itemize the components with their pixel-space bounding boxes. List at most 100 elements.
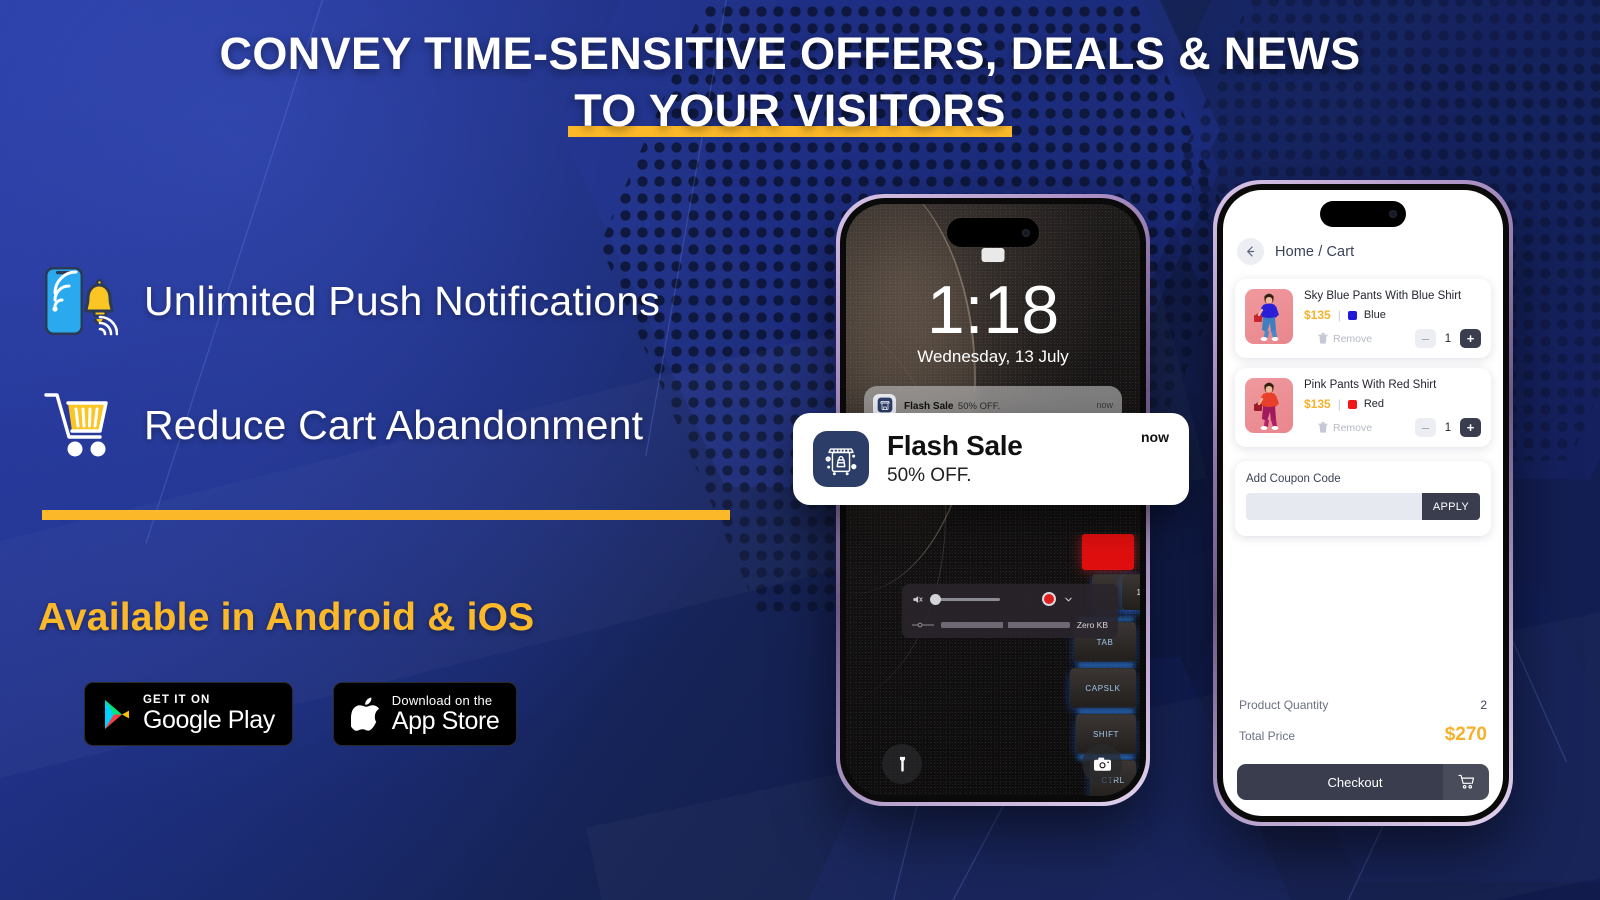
cart-item-list: Sky Blue Pants With Blue Shirt $135 | Bl… bbox=[1223, 265, 1503, 448]
cart-item[interactable]: Sky Blue Pants With Blue Shirt $135 | Bl… bbox=[1235, 279, 1491, 359]
progress-track[interactable] bbox=[941, 622, 1070, 628]
product-name: Pink Pants With Red Shirt bbox=[1304, 379, 1437, 392]
volume-slider-knob[interactable] bbox=[930, 593, 941, 605]
quantity-value: 1 bbox=[1444, 421, 1452, 434]
summary-row-quantity: Product Quantity 2 bbox=[1237, 692, 1489, 718]
flash-card-title: Flash Sale bbox=[887, 430, 1023, 462]
cart-item[interactable]: Pink Pants With Red Shirt $135 | Red Rem… bbox=[1235, 368, 1491, 448]
feature-item-cart-abandonment: Reduce Cart Abandonment bbox=[42, 382, 660, 468]
google-play-badge[interactable]: GET IT ON Google Play bbox=[84, 682, 293, 746]
breadcrumb[interactable]: Home / Cart bbox=[1275, 244, 1354, 260]
checkout-label: Checkout bbox=[1327, 774, 1383, 790]
quantity-decrease-button[interactable]: – bbox=[1415, 418, 1436, 438]
remove-label: Remove bbox=[1333, 332, 1373, 345]
coupon-section: Add Coupon Code APPLY bbox=[1235, 461, 1491, 537]
product-color: Blue bbox=[1363, 309, 1386, 322]
keyboard-key-red bbox=[1082, 534, 1134, 570]
google-play-badge-large-text: Google Play bbox=[143, 706, 275, 735]
availability-heading: Available in Android & iOS bbox=[38, 596, 535, 639]
quantity-value: 1 bbox=[1444, 332, 1452, 345]
trash-icon bbox=[1318, 422, 1328, 433]
dynamic-island bbox=[1320, 201, 1406, 227]
remove-label: Remove bbox=[1333, 421, 1373, 434]
quantity-decrease-button[interactable]: – bbox=[1415, 329, 1436, 349]
flashlight-icon[interactable] bbox=[882, 744, 922, 784]
dynamic-island bbox=[947, 218, 1039, 247]
app-store-badge-small-text: Download on the bbox=[391, 693, 493, 708]
feature-list: Unlimited Push Notifications Reduce Cart… bbox=[42, 258, 660, 468]
cart-icon[interactable] bbox=[1443, 764, 1489, 800]
front-camera-icon bbox=[1022, 228, 1030, 237]
color-swatch bbox=[1347, 399, 1357, 409]
product-price: $135 bbox=[1304, 308, 1331, 323]
notification-timestamp: now bbox=[1096, 400, 1113, 410]
phone-mockup-cart-screen: Home / Cart Sky Blue Pants With Blue Shi… bbox=[1213, 180, 1513, 826]
record-button[interactable] bbox=[1041, 592, 1056, 606]
feature-label: Unlimited Push Notifications bbox=[144, 277, 661, 324]
keyboard-key-1: 1 bbox=[1122, 574, 1140, 610]
feature-label: Reduce Cart Abandonment bbox=[144, 401, 644, 448]
product-name: Sky Blue Pants With Blue Shirt bbox=[1304, 290, 1462, 302]
notification-subtitle: 50% OFF. bbox=[957, 401, 1001, 412]
coupon-input[interactable] bbox=[1246, 493, 1422, 521]
file-size-label: Zero KB bbox=[1076, 620, 1108, 630]
cart-screen: Home / Cart Sky Blue Pants With Blue Shi… bbox=[1223, 190, 1503, 816]
product-price: $135 bbox=[1304, 397, 1331, 412]
media-control-bar[interactable]: Zero KB bbox=[902, 584, 1118, 638]
product-thumbnail bbox=[1245, 289, 1293, 344]
headline-line-2: TO YOUR VISITORS bbox=[568, 83, 1012, 140]
headline-line-1: CONVEY TIME-SENSITIVE OFFERS, DEALS & NE… bbox=[219, 28, 1361, 79]
apply-coupon-button[interactable]: APPLY bbox=[1421, 493, 1480, 521]
coupon-label: Add Coupon Code bbox=[1246, 473, 1341, 486]
summary-row-total: Total Price $270 bbox=[1237, 718, 1489, 752]
cart-summary: Product Quantity 2 Total Price $270 Chec… bbox=[1223, 692, 1503, 816]
keyboard-backlight bbox=[1078, 664, 1134, 667]
keyboard-backlight bbox=[1078, 710, 1134, 713]
store-app-icon bbox=[813, 431, 869, 487]
notification-title: Flash Sale bbox=[904, 401, 954, 412]
lock-screen-time: 1:18 bbox=[926, 272, 1060, 348]
quantity-increase-button[interactable]: + bbox=[1460, 418, 1481, 438]
lock-screen-date: Wednesday, 13 July bbox=[917, 347, 1069, 366]
summary-label: Product Quantity bbox=[1239, 698, 1329, 712]
apple-logo-icon bbox=[350, 696, 381, 732]
summary-value: 2 bbox=[1480, 698, 1487, 712]
quantity-increase-button[interactable]: + bbox=[1460, 329, 1481, 349]
app-store-badge[interactable]: Download on the App Store bbox=[332, 682, 518, 746]
color-swatch bbox=[1347, 310, 1357, 320]
remove-button[interactable]: Remove bbox=[1318, 333, 1372, 345]
remove-button[interactable]: Remove bbox=[1318, 422, 1372, 434]
app-store-badge-large-text: App Store bbox=[391, 707, 500, 735]
store-badges: GET IT ON Google Play Download on the Ap… bbox=[84, 682, 518, 746]
product-thumbnail bbox=[1245, 378, 1293, 434]
flash-sale-notification-card[interactable]: Flash Sale 50% OFF. now bbox=[793, 413, 1189, 505]
section-divider bbox=[42, 510, 730, 520]
camera-icon[interactable] bbox=[1082, 744, 1122, 784]
quantity-stepper[interactable]: – 1 + bbox=[1415, 329, 1481, 349]
promo-banner: CONVEY TIME-SENSITIVE OFFERS, DEALS & NE… bbox=[0, 0, 1600, 900]
shopping-cart-icon bbox=[42, 385, 118, 465]
waveform-icon bbox=[912, 621, 934, 629]
trash-icon bbox=[1318, 333, 1328, 344]
flash-card-subtitle: 50% OFF. bbox=[887, 465, 972, 487]
keyboard-key-capslk: CAPSLK bbox=[1070, 668, 1136, 708]
feature-item-push-notifications: Unlimited Push Notifications bbox=[42, 258, 660, 344]
volume-slider[interactable] bbox=[930, 593, 1000, 605]
headline: CONVEY TIME-SENSITIVE OFFERS, DEALS & NE… bbox=[0, 26, 1580, 139]
chevron-down-icon[interactable] bbox=[1063, 594, 1074, 605]
quantity-stepper[interactable]: – 1 + bbox=[1415, 418, 1481, 438]
summary-total-value: $270 bbox=[1444, 724, 1487, 745]
phone-bell-notification-icon bbox=[42, 261, 118, 341]
product-color: Red bbox=[1363, 398, 1385, 411]
summary-label: Total Price bbox=[1239, 729, 1296, 743]
flash-card-timestamp: now bbox=[1141, 429, 1169, 445]
front-camera-icon bbox=[1389, 210, 1397, 218]
mute-icon[interactable] bbox=[912, 594, 923, 605]
arrow-left-icon[interactable] bbox=[1237, 238, 1264, 265]
meta-separator: | bbox=[1337, 308, 1341, 323]
checkout-button[interactable]: Checkout bbox=[1237, 764, 1489, 800]
google-play-icon bbox=[102, 698, 132, 731]
meta-separator: | bbox=[1337, 397, 1341, 412]
status-tab bbox=[981, 248, 1005, 262]
google-play-badge-small-text: GET IT ON bbox=[143, 693, 211, 706]
